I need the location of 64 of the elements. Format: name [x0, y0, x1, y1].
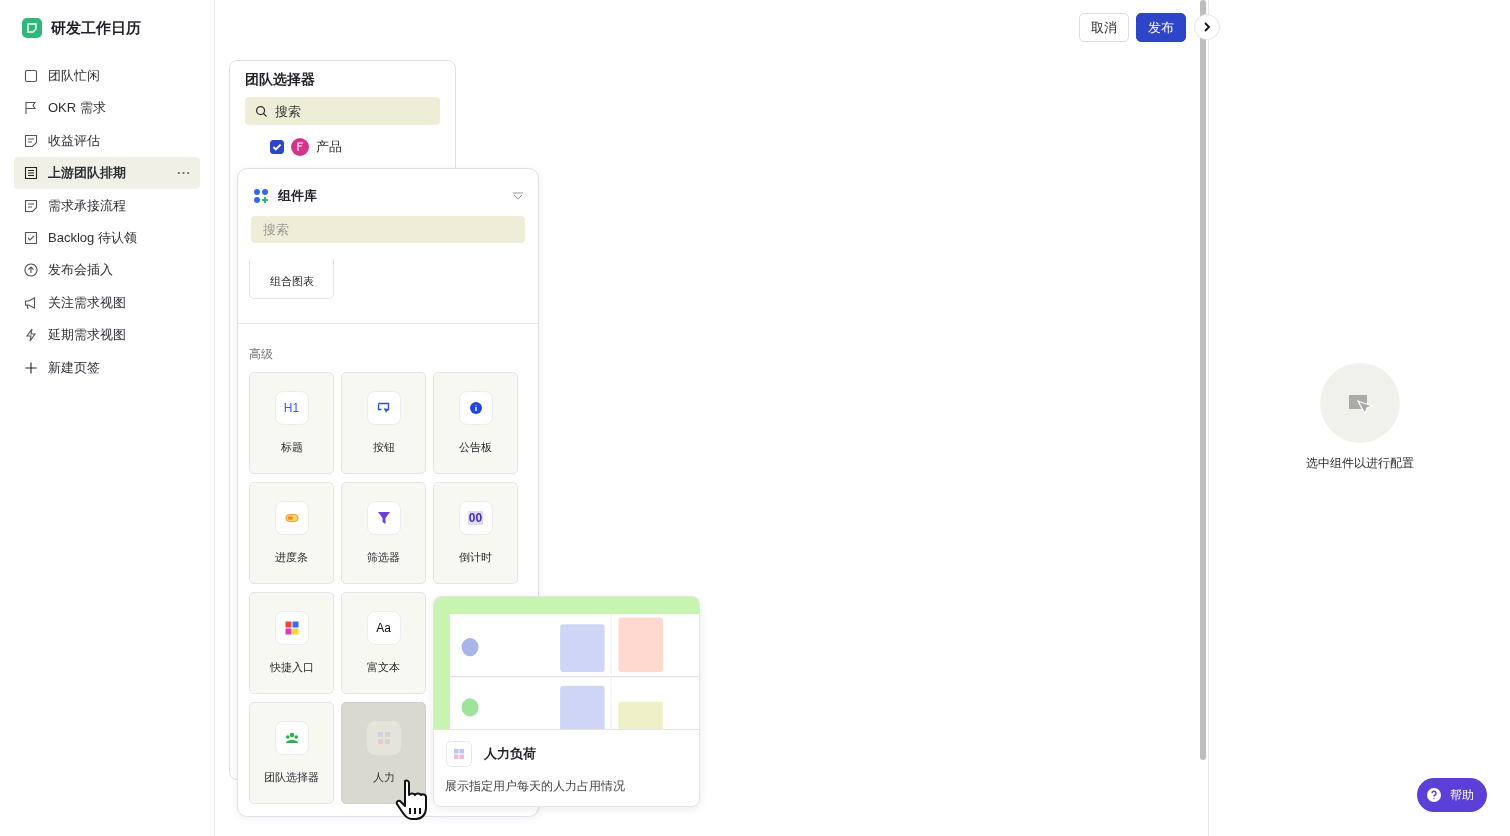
checkbox[interactable] — [270, 140, 284, 154]
plus-icon — [24, 360, 38, 375]
team-icon — [274, 721, 309, 755]
section-title: 高级 — [249, 346, 274, 363]
sidebar-item[interactable]: 延期需求视图 — [14, 319, 200, 352]
component-tile[interactable]: H1 标题 — [249, 372, 334, 474]
components-icon — [253, 188, 269, 204]
sidebar-item[interactable]: 关注需求视图 — [14, 286, 200, 319]
component-tile[interactable]: 进度条 — [249, 482, 334, 584]
heading-icon: H1 — [274, 391, 309, 425]
checkbox-icon — [24, 230, 38, 245]
help-button[interactable]: 帮助 — [1417, 778, 1487, 812]
search-field[interactable]: 搜索 — [251, 216, 525, 243]
publish-button[interactable]: 发布 — [1136, 13, 1186, 42]
search-field[interactable]: 搜索 — [245, 97, 440, 125]
select-cursor-icon — [1319, 363, 1400, 443]
sidebar-item[interactable]: 新建页签 — [14, 351, 200, 384]
preview-description: 展示指定用户每天的人力占用情况 — [444, 778, 626, 795]
list-icon — [24, 166, 38, 181]
cancel-button[interactable]: 取消 — [1079, 13, 1129, 42]
preview-title: 人力负荷 — [484, 745, 536, 763]
square-icon — [24, 69, 38, 83]
richtext-icon: Aa — [366, 611, 401, 645]
team-avatar-icon — [291, 138, 309, 156]
note-icon — [24, 133, 38, 148]
sidebar-item[interactable]: OKR 需求 — [14, 92, 200, 125]
more-icon[interactable] — [177, 171, 190, 176]
sidebar-item[interactable]: 发布会插入 — [14, 254, 200, 287]
card-title: 团队选择器 — [245, 71, 316, 89]
component-tile[interactable]: 公告板 — [433, 372, 518, 474]
component-tile[interactable]: 筛选器 — [341, 482, 426, 584]
sidebar-item[interactable]: 团队忙闲 — [14, 60, 200, 92]
workload-icon — [446, 741, 472, 767]
sidebar-item[interactable]: Backlog 待认领 — [14, 221, 200, 254]
megaphone-icon — [24, 295, 38, 310]
lightning-icon — [24, 328, 38, 343]
calendar-logo-icon — [22, 18, 42, 38]
team-name: 产品 — [316, 138, 342, 156]
sidebar-item[interactable]: 收益评估 — [14, 124, 200, 157]
component-tile[interactable]: Aa 富文本 — [341, 592, 426, 694]
help-icon — [1427, 788, 1441, 802]
sidebar-item[interactable]: 需求承接流程 — [14, 189, 200, 222]
info-icon — [458, 391, 493, 425]
button-icon — [366, 391, 401, 425]
popover-title: 组件库 — [278, 187, 318, 205]
search-icon — [255, 105, 268, 118]
countdown-icon: 00 — [458, 501, 493, 535]
component-tile[interactable]: 00 倒计时 — [433, 482, 518, 584]
component-tile[interactable]: 按钮 — [341, 372, 426, 474]
sidebar-item[interactable]: 上游团队排期 — [14, 157, 200, 190]
progress-icon — [274, 501, 309, 535]
filter-icon — [366, 501, 401, 535]
note-icon — [24, 198, 38, 213]
upload-icon — [24, 263, 38, 278]
component-tile[interactable]: 组合图表 — [249, 259, 334, 299]
component-tile[interactable]: 人力 — [341, 702, 426, 804]
empty-state-text: 选中组件以进行配置 — [1305, 455, 1414, 472]
shortcut-icon — [274, 611, 309, 645]
component-tile[interactable]: 团队选择器 — [249, 702, 334, 804]
app-title: 研发工作日历 — [51, 18, 141, 38]
expand-toggle-icon[interactable] — [1194, 14, 1220, 40]
flag-icon — [24, 101, 38, 116]
collapse-icon[interactable] — [512, 192, 524, 200]
component-tile[interactable]: 快捷入口 — [249, 592, 334, 694]
